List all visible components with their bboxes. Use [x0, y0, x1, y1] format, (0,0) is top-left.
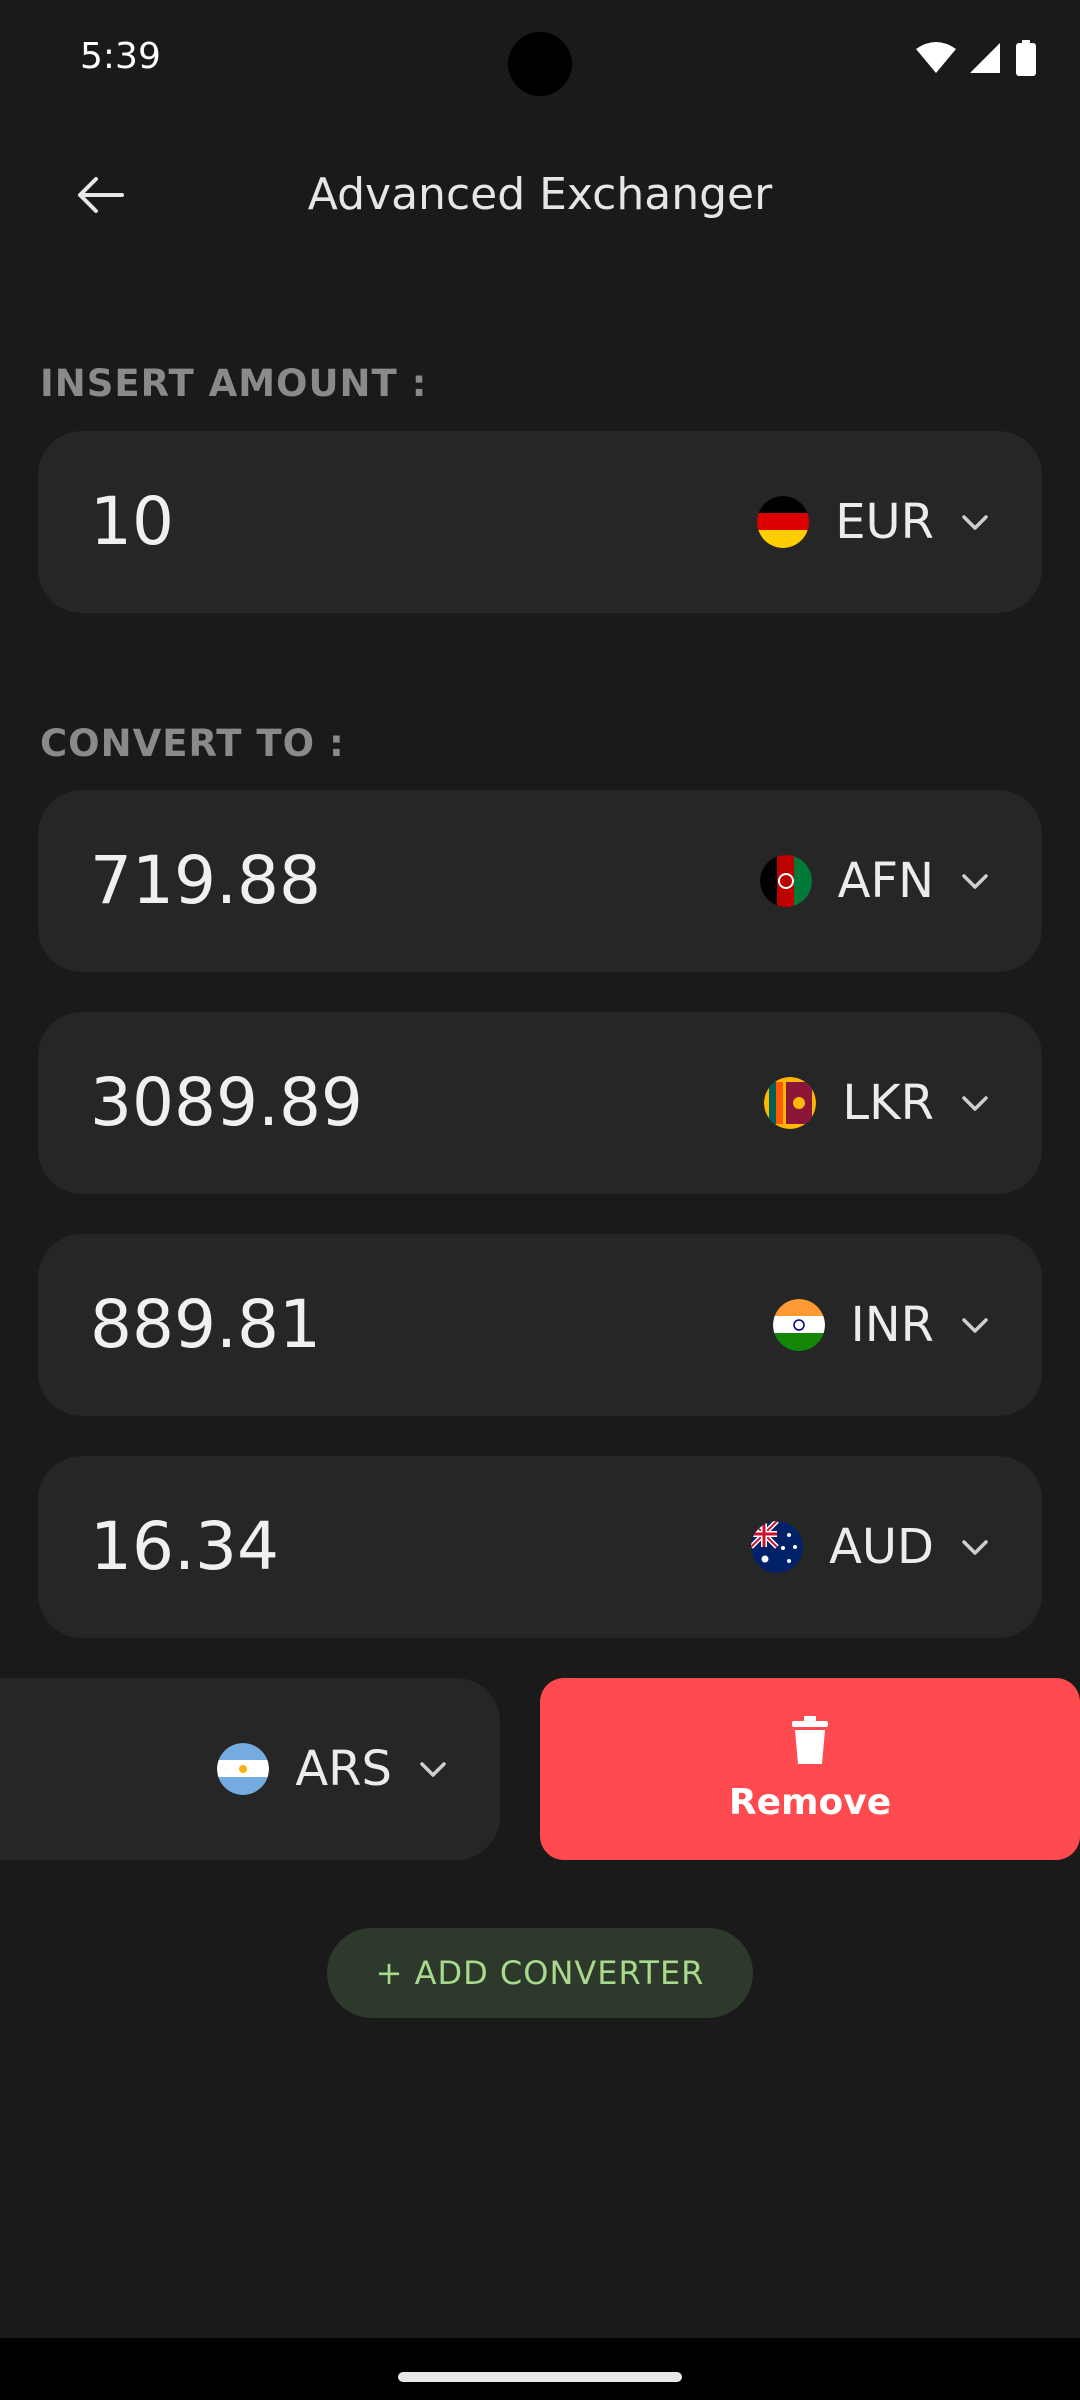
converter-currency-select[interactable]: ARS	[217, 1678, 448, 1860]
converted-value: 16.34	[90, 1508, 279, 1585]
page-title: Advanced Exchanger	[307, 169, 773, 220]
chevron-down-icon	[962, 1540, 988, 1555]
currency-code: LKR	[842, 1075, 934, 1131]
argentina-flag-icon	[217, 1743, 270, 1795]
status-time: 5:39	[80, 36, 161, 77]
converter-row[interactable]: 889.81 INR	[38, 1234, 1042, 1416]
india-flag-icon	[772, 1299, 825, 1351]
sri-lanka-flag-icon	[764, 1077, 817, 1129]
signal-icon	[970, 43, 1000, 73]
camera-cutout	[508, 32, 572, 96]
add-converter-button[interactable]: + ADD CONVERTER	[327, 1928, 753, 2018]
chevron-down-icon	[962, 515, 988, 530]
chevron-down-icon	[962, 1096, 988, 1111]
remove-button[interactable]: Remove	[540, 1678, 1080, 1860]
wifi-icon	[916, 42, 956, 73]
converter-currency-select[interactable]: AUD	[751, 1456, 990, 1638]
remove-label: Remove	[728, 1781, 892, 1823]
chevron-down-icon	[962, 874, 988, 889]
currency-code: INR	[850, 1297, 934, 1353]
status-icons	[916, 40, 1036, 76]
chevron-down-icon	[420, 1762, 446, 1777]
afghanistan-flag-icon	[759, 855, 812, 907]
converter-currency-select[interactable]: INR	[772, 1234, 990, 1416]
currency-code: ARS	[295, 1741, 392, 1797]
currency-code: AFN	[837, 853, 934, 909]
status-bar: 5:39	[0, 0, 1080, 120]
converter-row[interactable]: 16.34 AUD	[38, 1456, 1042, 1638]
insert-amount-label: INSERT AMOUNT :	[40, 362, 428, 405]
currency-code: AUD	[829, 1519, 934, 1575]
amount-input[interactable]: 10	[90, 431, 174, 613]
germany-flag-icon	[757, 496, 810, 548]
home-indicator[interactable]	[398, 2372, 682, 2382]
converted-value: 889.81	[90, 1286, 321, 1363]
converter-currency-select[interactable]: AFN	[759, 790, 990, 972]
currency-code: EUR	[835, 494, 934, 550]
chevron-down-icon	[962, 1318, 988, 1333]
converted-value: 3089.89	[90, 1064, 363, 1141]
amount-input-card[interactable]: 10 EUR	[38, 431, 1042, 613]
converter-row[interactable]: 719.88 AFN	[38, 790, 1042, 972]
amount-currency-select[interactable]: EUR	[757, 431, 990, 613]
convert-to-label: CONVERT TO :	[40, 722, 345, 765]
australia-flag-icon	[751, 1521, 804, 1573]
app-bar: Advanced Exchanger	[0, 130, 1080, 260]
converter-row[interactable]: 3089.89 LKR	[38, 1012, 1042, 1194]
swiped-converter-row[interactable]: ARS	[0, 1678, 500, 1860]
converted-value: 719.88	[90, 842, 321, 919]
converter-currency-select[interactable]: LKR	[764, 1012, 990, 1194]
battery-icon	[1016, 40, 1036, 76]
screen: 5:39 Advanced Exchanger INSERT AMOUNT : …	[0, 0, 1080, 2400]
navigation-bar	[0, 2338, 1080, 2400]
trash-icon	[792, 1715, 828, 1764]
